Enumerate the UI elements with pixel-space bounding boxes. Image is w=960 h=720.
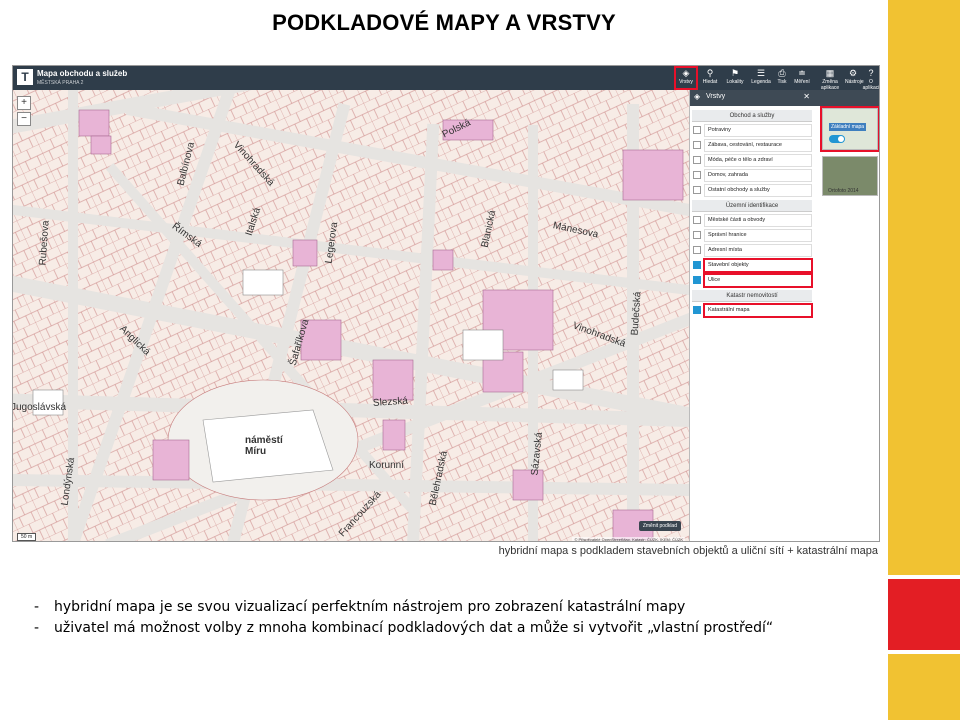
layer-group-header[interactable]: Územní identifikace: [692, 200, 812, 212]
layer-item[interactable]: Potraviny: [693, 124, 812, 137]
basemap-label: Základní mapa: [829, 123, 867, 131]
app-topbar: T Mapa obchodu a služeb MĚSTSKÁ PRAHA 2 …: [13, 66, 879, 91]
cadastral-map-drawing: [13, 90, 689, 541]
tool-print[interactable]: ⎙ Tisk: [773, 67, 791, 89]
decor-bar-red: [888, 579, 960, 650]
layer-label: Adresní místa: [708, 247, 742, 253]
layer-label: Ulice: [708, 277, 721, 283]
checkbox[interactable]: [693, 216, 701, 224]
map-canvas[interactable]: + − Polská Vinohradská Římská Italská Má…: [13, 90, 689, 542]
place-label: náměstí Míru: [245, 435, 283, 457]
tool-search[interactable]: ⚲ Hledat: [699, 67, 721, 89]
tool-label: Hledat: [702, 79, 718, 85]
checkbox[interactable]: [693, 186, 701, 194]
bullet-item: - hybridní mapa je se svou vizualizací pe…: [34, 597, 773, 618]
checkbox-checked[interactable]: [693, 261, 701, 269]
bullet-item: - uživatel má možnost volby z mnoha kombi…: [34, 618, 773, 639]
grid-icon: ▦: [825, 68, 835, 78]
tool-legend[interactable]: ☰ Legenda: [749, 67, 773, 89]
app-logo-icon[interactable]: T: [17, 69, 33, 85]
layer-label: Domov, zahrada: [708, 172, 748, 178]
layer-label: Zábava, cestování, restaurace: [708, 142, 782, 148]
info-icon: ?: [868, 68, 874, 78]
layer-item[interactable]: Adresní místa: [693, 244, 812, 257]
app-title: Mapa obchodu a služeb: [37, 69, 128, 78]
tool-tools[interactable]: ⚙ Nástroje: [845, 67, 864, 89]
layers-panel: ◈ Vrstvy ✕ Obchod a služby Potraviny Záb…: [689, 90, 879, 541]
bullet-list: - hybridní mapa je se svou vizualizací pe…: [34, 597, 773, 639]
decor-bar-yellow-bottom: [888, 654, 960, 720]
slide: PODKLADOVÉ MAPY A VRSTVY T Mapa obchodu …: [0, 0, 960, 720]
layer-group-header[interactable]: Obchod a služby: [692, 110, 812, 122]
layer-label: Městské části a obvody: [708, 217, 766, 223]
layer-label: Katastrální mapa: [708, 307, 750, 313]
checkbox[interactable]: [693, 126, 701, 134]
zoom-in-button[interactable]: +: [17, 96, 31, 110]
map-scale: 50 m: [17, 533, 37, 541]
layer-label: Stavební objekty: [708, 262, 749, 268]
close-icon[interactable]: ✕: [803, 92, 810, 101]
measure-icon: ≐: [798, 68, 806, 78]
layer-label: Správní hranice: [708, 232, 747, 238]
basemap-toggle[interactable]: [829, 135, 845, 143]
location-icon: ⚑: [730, 68, 740, 78]
tool-label: Měření: [794, 79, 810, 85]
checkbox-checked[interactable]: [693, 276, 701, 284]
layer-item[interactable]: Správní hranice: [693, 229, 812, 242]
layer-item-ulice[interactable]: Ulice: [693, 273, 813, 288]
tool-locations[interactable]: ⚑ Lokality: [723, 67, 747, 89]
checkbox[interactable]: [693, 231, 701, 239]
tool-label: Legenda: [751, 79, 771, 85]
bullet-dash: -: [34, 599, 40, 615]
app-screenshot: T Mapa obchodu a služeb MĚSTSKÁ PRAHA 2 …: [12, 65, 880, 542]
bullet-dash: -: [34, 620, 40, 636]
street-label: Korunní: [369, 460, 405, 471]
checkbox[interactable]: [693, 141, 701, 149]
slide-title: PODKLADOVÉ MAPY A VRSTVY: [272, 10, 616, 35]
tool-about[interactable]: ? O aplikaci: [861, 67, 879, 91]
checkbox[interactable]: [693, 156, 701, 164]
zoom-out-button[interactable]: −: [17, 112, 31, 126]
tool-measure[interactable]: ≐ Měření: [791, 67, 813, 89]
checkbox[interactable]: [693, 171, 701, 179]
checkbox[interactable]: [693, 246, 701, 254]
layer-item[interactable]: Domov, zahrada: [693, 169, 812, 182]
legend-icon: ☰: [756, 68, 766, 78]
image-caption: hybridní mapa s podkladem stavebních obj…: [498, 545, 878, 557]
map-attribution: © Přispěvatelé OpenStreetMap, Katastr: Č…: [572, 537, 685, 542]
basemap-basic[interactable]: Základní mapa: [820, 106, 879, 152]
layer-item[interactable]: Městské části a obvody: [693, 214, 812, 227]
street-label: Jugoslávská: [13, 402, 67, 413]
bullet-text: hybridní mapa je se svou vizualizací per…: [54, 599, 686, 615]
layer-item[interactable]: Ostatní obchody a služby: [693, 184, 812, 197]
tool-label: Tisk: [777, 79, 787, 85]
layers-icon: ◈: [682, 68, 690, 78]
panel-title: Vrstvy: [706, 93, 726, 100]
layer-item[interactable]: Móda, péče o tělo a zdraví: [693, 154, 812, 167]
panel-header-right: [814, 90, 879, 106]
panel-header: ◈ Vrstvy ✕: [690, 90, 814, 106]
tool-label: Vrstvy: [679, 79, 693, 85]
layer-label: Ostatní obchody a služby: [708, 187, 770, 193]
checkbox-checked[interactable]: [693, 306, 701, 314]
layer-item-katastralni-mapa[interactable]: Katastrální mapa: [693, 303, 813, 318]
tool-change-app[interactable]: ▦ Změna aplikace: [815, 67, 845, 91]
tool-layers[interactable]: ◈ Vrstvy: [674, 66, 698, 90]
layer-list: Obchod a služby Potraviny Zábava, cestov…: [690, 107, 814, 318]
layer-item-stavebni-objekty[interactable]: Stavební objekty: [693, 258, 813, 273]
layer-label: Potraviny: [708, 127, 731, 133]
change-basemap-button[interactable]: Změnit podklad: [638, 521, 681, 531]
basemap-label: Ortofoto 2014: [828, 188, 859, 194]
search-icon: ⚲: [706, 68, 714, 78]
tools-icon: ⚙: [848, 68, 858, 78]
layer-item[interactable]: Zábava, cestování, restaurace: [693, 139, 812, 152]
print-icon: ⎙: [778, 68, 786, 78]
layer-group-header[interactable]: Katastr nemovitostí: [692, 290, 812, 302]
bullet-text: uživatel má možnost volby z mnoha kombin…: [54, 620, 774, 636]
tool-label: Lokality: [726, 79, 744, 85]
layer-label: Móda, péče o tělo a zdraví: [708, 157, 773, 163]
decor-bar-yellow-top: [888, 0, 960, 575]
app-subtitle: MĚSTSKÁ PRAHA 2: [37, 80, 84, 86]
layers-icon: ◈: [694, 92, 701, 101]
